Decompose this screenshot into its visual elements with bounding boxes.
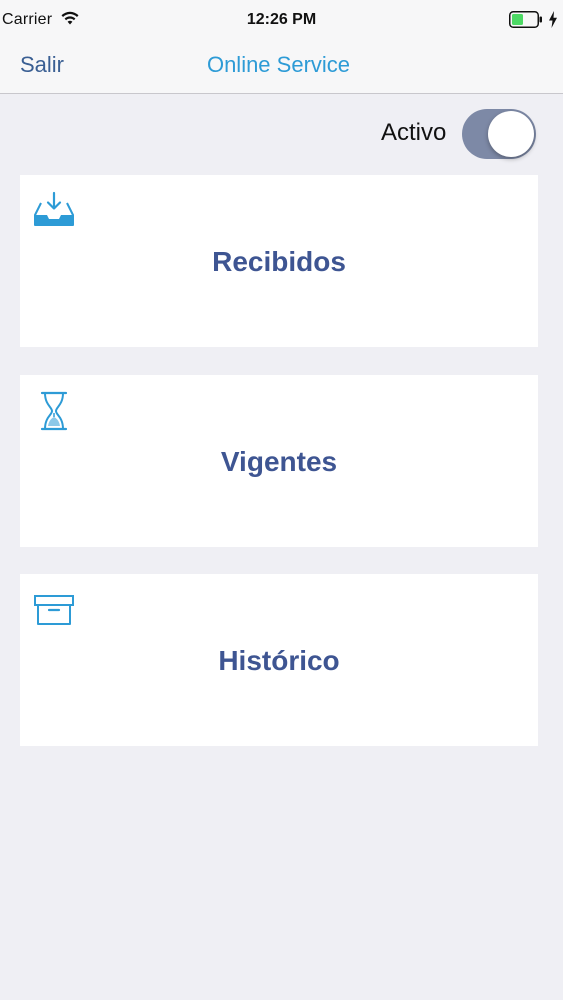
toggle-knob: [488, 111, 534, 157]
app-screen: Carrier 12:26 PM Salir Online Service Ac…: [0, 0, 563, 1000]
inbox-download-icon: [34, 191, 74, 226]
card-recibidos[interactable]: Recibidos: [20, 175, 538, 347]
charging-bolt-icon: [549, 11, 557, 28]
page-title: Online Service: [206, 52, 351, 77]
hourglass-icon: [40, 391, 68, 431]
card-label-vigentes: Vigentes: [220, 446, 338, 477]
battery-icon: [509, 11, 542, 28]
status-bar: Carrier 12:26 PM: [0, 0, 563, 40]
navigation-bar: Salir Online Service: [0, 40, 563, 94]
active-toggle-label: Activo: [381, 119, 447, 146]
archive-box-icon: [34, 595, 74, 625]
card-vigentes[interactable]: Vigentes: [20, 375, 538, 547]
card-historico[interactable]: Histórico: [20, 574, 538, 746]
card-label-recibidos: Recibidos: [212, 246, 346, 277]
active-toggle-switch[interactable]: [462, 109, 536, 159]
status-time: 12:26 PM: [246, 11, 317, 28]
card-label-historico: Histórico: [218, 645, 340, 676]
